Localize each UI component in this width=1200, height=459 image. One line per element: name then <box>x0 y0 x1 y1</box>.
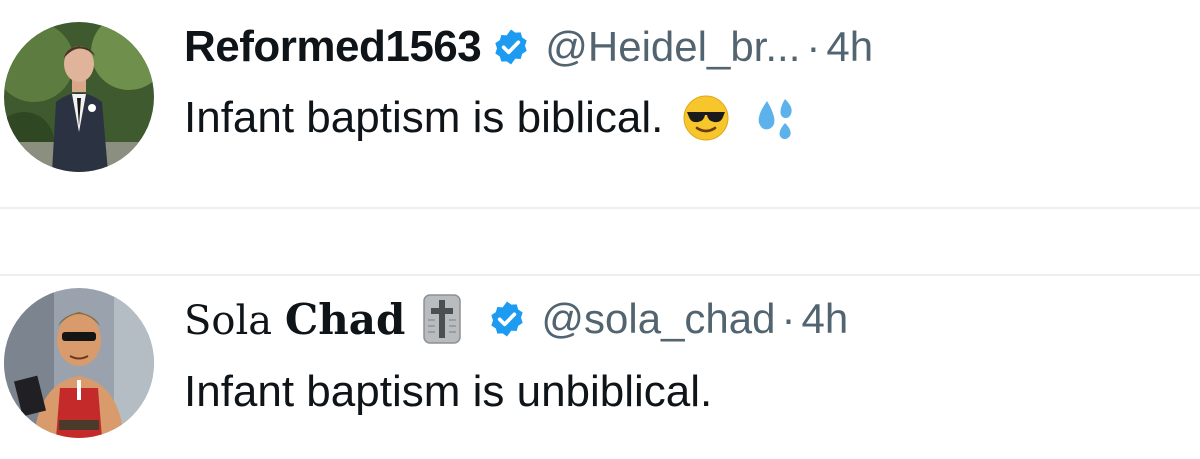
tweet-1[interactable]: Reformed1563 @Heidel_br... · 4h Infant b… <box>0 0 1200 208</box>
tweet-header: Reformed1563 @Heidel_br... · 4h <box>184 18 873 76</box>
tweet-text: Infant baptism is unbiblical. <box>184 360 712 424</box>
sweat-droplets-emoji-icon <box>749 93 799 143</box>
avatar[interactable] <box>4 22 154 172</box>
separator-dot: · <box>806 23 821 70</box>
timestamp[interactable]: 4h <box>826 23 873 71</box>
divider <box>0 207 1200 209</box>
separator-dot: · <box>781 295 796 342</box>
tweet-text-content: Infant baptism is unbiblical. <box>184 367 713 416</box>
verified-badge-icon <box>487 299 527 339</box>
cross-icon <box>423 294 462 344</box>
handle[interactable]: @sola_chad <box>541 295 775 343</box>
display-name-part: Chad <box>284 294 406 344</box>
tweet-header: Sola Chad @sola_chad · 4h <box>184 290 848 348</box>
sunglasses-emoji-icon <box>681 93 731 143</box>
tweet-text-content: Infant baptism is biblical. <box>184 93 664 142</box>
timestamp[interactable]: 4h <box>802 295 849 343</box>
display-name[interactable]: Sola Chad <box>184 295 405 344</box>
display-name[interactable]: Reformed1563 <box>184 22 482 72</box>
verified-badge-icon <box>491 27 531 67</box>
handle[interactable]: @Heidel_br... <box>545 23 800 71</box>
tweet-2[interactable]: Sola Chad @sola_chad · 4h Infant baptism… <box>0 276 1200 459</box>
tweet-text: Infant baptism is biblical. <box>184 86 799 150</box>
avatar[interactable] <box>4 288 154 438</box>
display-name-part: Sola <box>184 297 285 344</box>
